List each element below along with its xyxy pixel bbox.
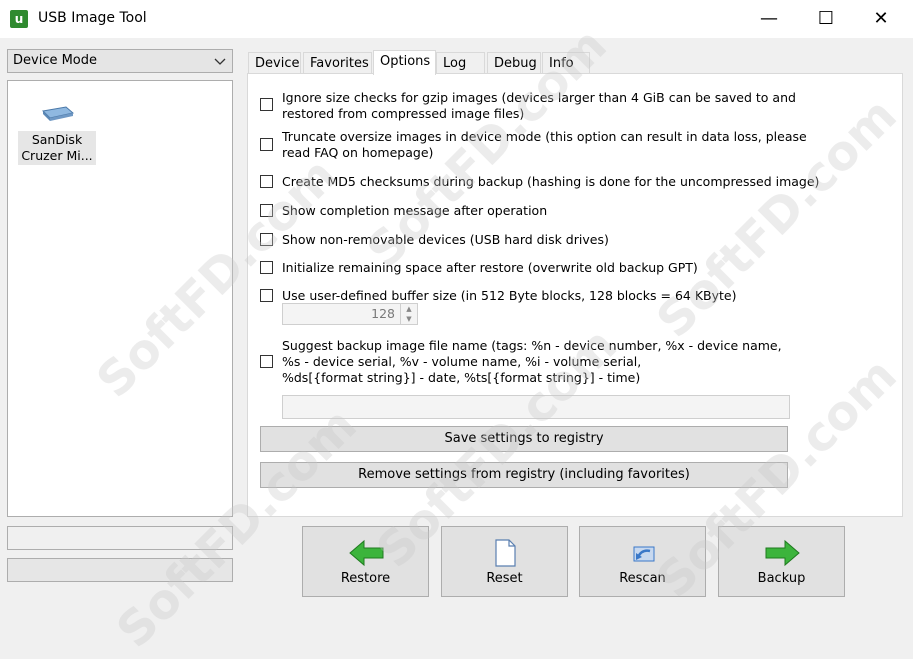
tab-favorites[interactable]: Favorites: [303, 52, 372, 74]
backup-button[interactable]: Backup: [718, 526, 845, 597]
tab-log[interactable]: Log: [436, 52, 485, 74]
stepper-arrows[interactable]: ▲ ▼: [400, 304, 417, 324]
filename-pattern-input[interactable]: [282, 395, 790, 419]
tab-options[interactable]: Options: [373, 50, 436, 75]
checkbox[interactable]: [260, 355, 273, 368]
checkbox[interactable]: [260, 261, 273, 274]
option-label: %s - device serial, %v - volume name, %i…: [282, 354, 642, 369]
option-label: %ds[{format string}] - date, %ts[{format…: [282, 370, 641, 385]
tab-device[interactable]: Device: [248, 52, 301, 74]
tab-debug[interactable]: Debug: [487, 52, 541, 74]
option-label: Initialize remaining space after restore…: [282, 260, 698, 275]
minimize-button[interactable]: —: [746, 0, 792, 38]
checkbox[interactable]: [260, 98, 273, 111]
checkbox[interactable]: [260, 138, 273, 151]
arrow-right-icon: [765, 539, 800, 567]
reset-button[interactable]: Reset: [441, 526, 568, 597]
option-label: Suggest backup image file name (tags: %n…: [282, 338, 782, 353]
progress-bar: [7, 558, 233, 582]
title-bar: u USB Image Tool — ☐ ✕: [0, 0, 913, 38]
close-button[interactable]: ✕: [858, 0, 904, 38]
device-label: SanDisk Cruzer Mi...: [18, 131, 96, 165]
window-title: USB Image Tool: [38, 10, 147, 26]
document-icon: [495, 539, 516, 567]
restore-label: Restore: [340, 571, 391, 586]
option-label: read FAQ on homepage): [282, 145, 434, 160]
buffer-size-stepper[interactable]: 128 ▲ ▼: [282, 303, 418, 325]
tab-info[interactable]: Info: [542, 52, 590, 74]
rescan-button[interactable]: Rescan: [579, 526, 706, 597]
checkbox[interactable]: [260, 289, 273, 302]
device-list[interactable]: SanDisk Cruzer Mi...: [7, 80, 233, 517]
usb-drive-icon: [41, 106, 74, 121]
option-label: Create MD5 checksums during backup (hash…: [282, 174, 820, 189]
rescan-icon: [633, 546, 655, 562]
reset-label: Reset: [486, 571, 523, 586]
option-label: Truncate oversize images in device mode …: [282, 129, 807, 144]
mode-dropdown-value: Device Mode: [13, 53, 98, 68]
save-settings-button[interactable]: Save settings to registry: [260, 426, 788, 452]
chevron-up-icon[interactable]: ▲: [401, 304, 417, 314]
device-name-line1: SanDisk: [31, 132, 83, 147]
remove-settings-button[interactable]: Remove settings from registry (including…: [260, 462, 788, 488]
option-label: restored from compressed image files): [282, 106, 525, 121]
restore-button[interactable]: Restore: [302, 526, 429, 597]
mode-dropdown[interactable]: Device Mode: [7, 49, 233, 73]
maximize-button[interactable]: ☐: [803, 0, 849, 38]
option-label: Ignore size checks for gzip images (devi…: [282, 90, 796, 105]
options-panel: Ignore size checks for gzip images (devi…: [247, 73, 903, 517]
checkbox[interactable]: [260, 175, 273, 188]
status-box: [7, 526, 233, 550]
app-icon: u: [10, 10, 28, 28]
backup-label: Backup: [757, 571, 806, 586]
checkbox[interactable]: [260, 233, 273, 246]
buffer-size-value: 128: [371, 306, 395, 321]
option-label: Show completion message after operation: [282, 203, 548, 218]
option-label: Show non-removable devices (USB hard dis…: [282, 232, 609, 247]
device-name-line2: Cruzer Mi...: [21, 148, 93, 163]
checkbox[interactable]: [260, 204, 273, 217]
rescan-label: Rescan: [619, 571, 666, 586]
device-item[interactable]: SanDisk Cruzer Mi...: [18, 105, 96, 165]
arrow-left-icon: [349, 539, 384, 567]
chevron-down-icon[interactable]: ▼: [401, 314, 417, 324]
option-label: Use user-defined buffer size (in 512 Byt…: [282, 288, 737, 303]
chevron-down-icon: [214, 52, 226, 73]
